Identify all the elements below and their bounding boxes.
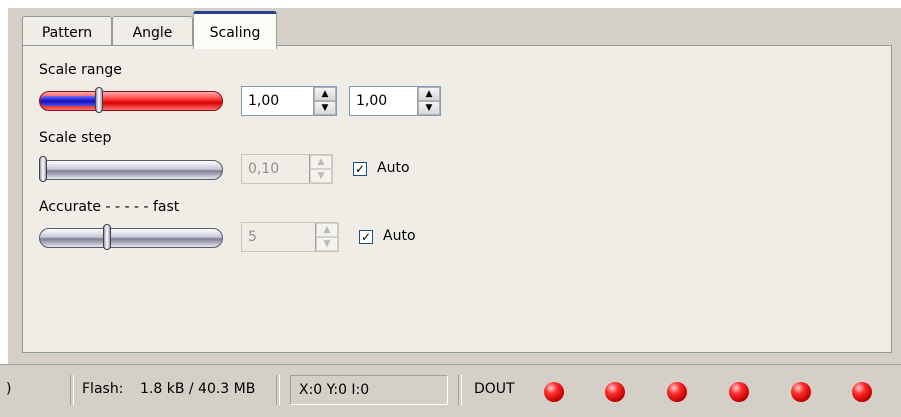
accuracy-label: Accurate - - - - - fast xyxy=(39,199,180,215)
flash-usage-value: 1.8 kB / 40.3 MB xyxy=(140,381,256,397)
scale-range-max-spinbox[interactable]: 1,00 ▲ ▼ xyxy=(349,86,441,116)
scaling-settings-window: Pattern Angle Scaling Scale range 1,00 ▲… xyxy=(8,8,901,364)
dout-label: DOUT xyxy=(474,381,515,397)
dout-led-3 xyxy=(667,382,687,402)
dout-led-6 xyxy=(852,382,872,402)
tab-pattern[interactable]: Pattern xyxy=(22,16,112,48)
status-separator xyxy=(458,375,462,405)
up-arrow-icon[interactable]: ▲ xyxy=(418,87,440,101)
down-arrow-icon[interactable]: ▼ xyxy=(314,101,336,115)
tab-scaling[interactable]: Scaling xyxy=(193,11,277,49)
accuracy-auto-label[interactable]: Auto xyxy=(383,228,416,244)
status-separator xyxy=(70,375,74,405)
up-arrow-icon[interactable]: ▲ xyxy=(314,87,336,101)
scale-range-slider-handle[interactable] xyxy=(95,87,103,113)
tab-angle[interactable]: Angle xyxy=(112,16,193,48)
cursor-coords: X:0 Y:0 I:0 xyxy=(299,382,370,398)
dout-led-1 xyxy=(544,382,564,402)
up-arrow-icon: ▲ xyxy=(310,155,332,169)
down-arrow-icon[interactable]: ▼ xyxy=(418,101,440,115)
scale-step-auto-label[interactable]: Auto xyxy=(377,160,410,176)
accuracy-auto-checkbox[interactable]: ✓ xyxy=(359,230,373,244)
scale-step-spinbox: 0,10 ▲ ▼ xyxy=(241,154,333,184)
tab-angle-label: Angle xyxy=(132,25,173,41)
scale-step-slider-handle[interactable] xyxy=(39,156,47,182)
down-arrow-icon: ▼ xyxy=(310,169,332,183)
scale-range-min-value[interactable]: 1,00 xyxy=(248,87,279,115)
accuracy-spinbox: 5 ▲ ▼ xyxy=(241,222,339,252)
down-arrow-icon: ▼ xyxy=(316,237,338,251)
scaling-panel: Scale range 1,00 ▲ ▼ 1,00 ▲ ▼ Scale step… xyxy=(22,45,892,353)
scale-range-min-spinbox[interactable]: 1,00 ▲ ▼ xyxy=(241,86,337,116)
dout-led-2 xyxy=(605,382,625,402)
scale-range-max-value[interactable]: 1,00 xyxy=(356,87,387,115)
scale-range-slider[interactable] xyxy=(39,91,223,111)
scale-step-label: Scale step xyxy=(39,130,112,146)
accuracy-slider[interactable] xyxy=(39,228,223,248)
status-bar: ) Flash: 1.8 kB / 40.3 MB X:0 Y:0 I:0 DO… xyxy=(0,364,901,417)
dout-led-5 xyxy=(791,382,811,402)
status-left-fragment: ) xyxy=(6,381,12,397)
scale-range-label: Scale range xyxy=(39,62,122,78)
flash-label: Flash: xyxy=(82,381,124,397)
cursor-coords-box: X:0 Y:0 I:0 xyxy=(290,375,448,405)
scale-step-value: 0,10 xyxy=(248,161,280,177)
scale-step-auto-checkbox[interactable]: ✓ xyxy=(353,162,367,176)
accuracy-slider-handle[interactable] xyxy=(103,224,111,250)
scale-range-selected-segment xyxy=(40,96,100,106)
scale-step-slider[interactable] xyxy=(39,160,223,180)
up-arrow-icon: ▲ xyxy=(316,223,338,237)
dout-led-4 xyxy=(729,382,749,402)
tab-scaling-label: Scaling xyxy=(209,25,261,41)
accuracy-value: 5 xyxy=(248,229,257,245)
status-separator xyxy=(276,375,280,405)
tab-pattern-label: Pattern xyxy=(41,25,93,41)
